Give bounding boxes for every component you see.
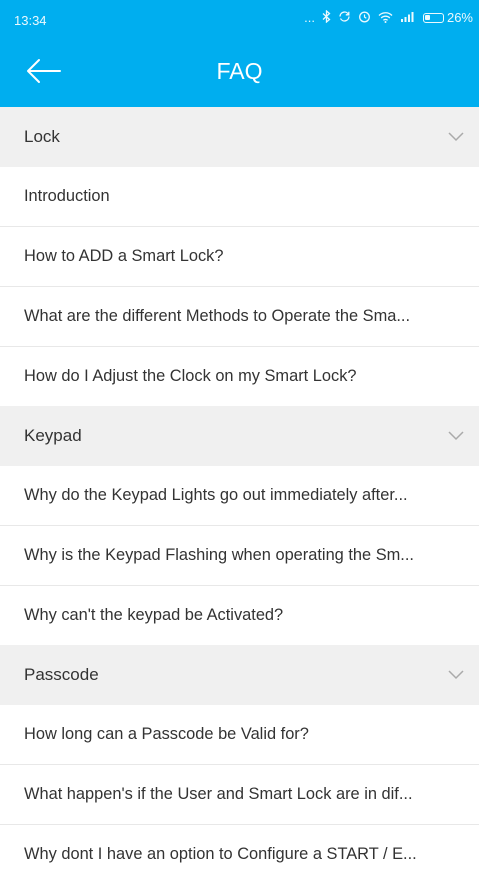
faq-question: What happen's if the User and Smart Lock… bbox=[24, 785, 413, 803]
faq-list: Lock Introduction How to ADD a Smart Loc… bbox=[0, 107, 479, 884]
chevron-down-icon bbox=[448, 431, 464, 441]
faq-question: Introduction bbox=[24, 187, 110, 205]
faq-item[interactable]: Why is the Keypad Flashing when operatin… bbox=[0, 526, 479, 586]
more-notifications-icon: ... bbox=[304, 10, 315, 25]
section-title: Keypad bbox=[24, 426, 82, 445]
faq-question: How to ADD a Smart Lock? bbox=[24, 247, 224, 265]
chevron-down-icon bbox=[448, 670, 464, 680]
status-time: 13:34 bbox=[14, 13, 47, 28]
faq-item[interactable]: How long can a Passcode be Valid for? bbox=[0, 705, 479, 765]
faq-question: Why do the Keypad Lights go out immediat… bbox=[24, 486, 408, 504]
sync-icon bbox=[338, 10, 351, 25]
alarm-icon bbox=[358, 10, 371, 25]
section-title: Lock bbox=[24, 127, 60, 146]
faq-item[interactable]: Why do the Keypad Lights go out immediat… bbox=[0, 466, 479, 526]
status-icons: ... 26% bbox=[304, 9, 473, 25]
faq-item[interactable]: Why can't the keypad be Activated? bbox=[0, 586, 479, 645]
wifi-icon bbox=[378, 11, 393, 25]
section-header-passcode[interactable]: Passcode bbox=[0, 645, 479, 705]
faq-question: Why can't the keypad be Activated? bbox=[24, 606, 284, 624]
status-bar: 13:34 ... 26% bbox=[0, 0, 479, 36]
section-header-keypad[interactable]: Keypad bbox=[0, 406, 479, 466]
battery-percent: 26% bbox=[446, 10, 473, 25]
faq-question: What are the different Methods to Operat… bbox=[24, 307, 410, 325]
section-title: Passcode bbox=[24, 665, 99, 684]
app-header: 13:34 ... 26% FAQ bbox=[0, 0, 479, 107]
page-title: FAQ bbox=[216, 58, 263, 84]
faq-question: How do I Adjust the Clock on my Smart Lo… bbox=[24, 367, 357, 385]
faq-question: Why is the Keypad Flashing when operatin… bbox=[24, 546, 414, 564]
faq-question: How long can a Passcode be Valid for? bbox=[24, 725, 309, 743]
faq-item[interactable]: Why dont I have an option to Configure a… bbox=[0, 825, 479, 884]
navigation-bar: FAQ bbox=[0, 36, 479, 107]
battery-icon: 26% bbox=[422, 10, 473, 25]
faq-item[interactable]: How do I Adjust the Clock on my Smart Lo… bbox=[0, 347, 479, 406]
bluetooth-icon bbox=[322, 9, 331, 25]
signal-icon bbox=[400, 11, 416, 24]
faq-question: Why dont I have an option to Configure a… bbox=[24, 845, 417, 863]
faq-item[interactable]: What are the different Methods to Operat… bbox=[0, 287, 479, 347]
faq-item[interactable]: What happen's if the User and Smart Lock… bbox=[0, 765, 479, 825]
chevron-down-icon bbox=[448, 132, 464, 142]
section-header-lock[interactable]: Lock bbox=[0, 107, 479, 167]
faq-item[interactable]: How to ADD a Smart Lock? bbox=[0, 227, 479, 287]
faq-item[interactable]: Introduction bbox=[0, 167, 479, 227]
